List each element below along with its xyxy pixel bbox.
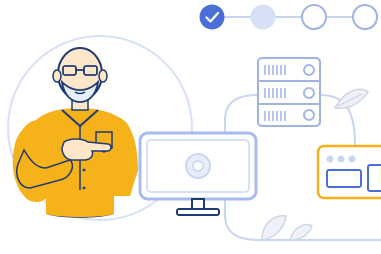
server-stack-icon <box>257 57 321 127</box>
setup-wizard-illustration <box>0 0 381 254</box>
computer-monitor-icon <box>138 131 258 216</box>
network-setup-illustration <box>7 35 381 241</box>
router-device-icon <box>316 144 381 200</box>
